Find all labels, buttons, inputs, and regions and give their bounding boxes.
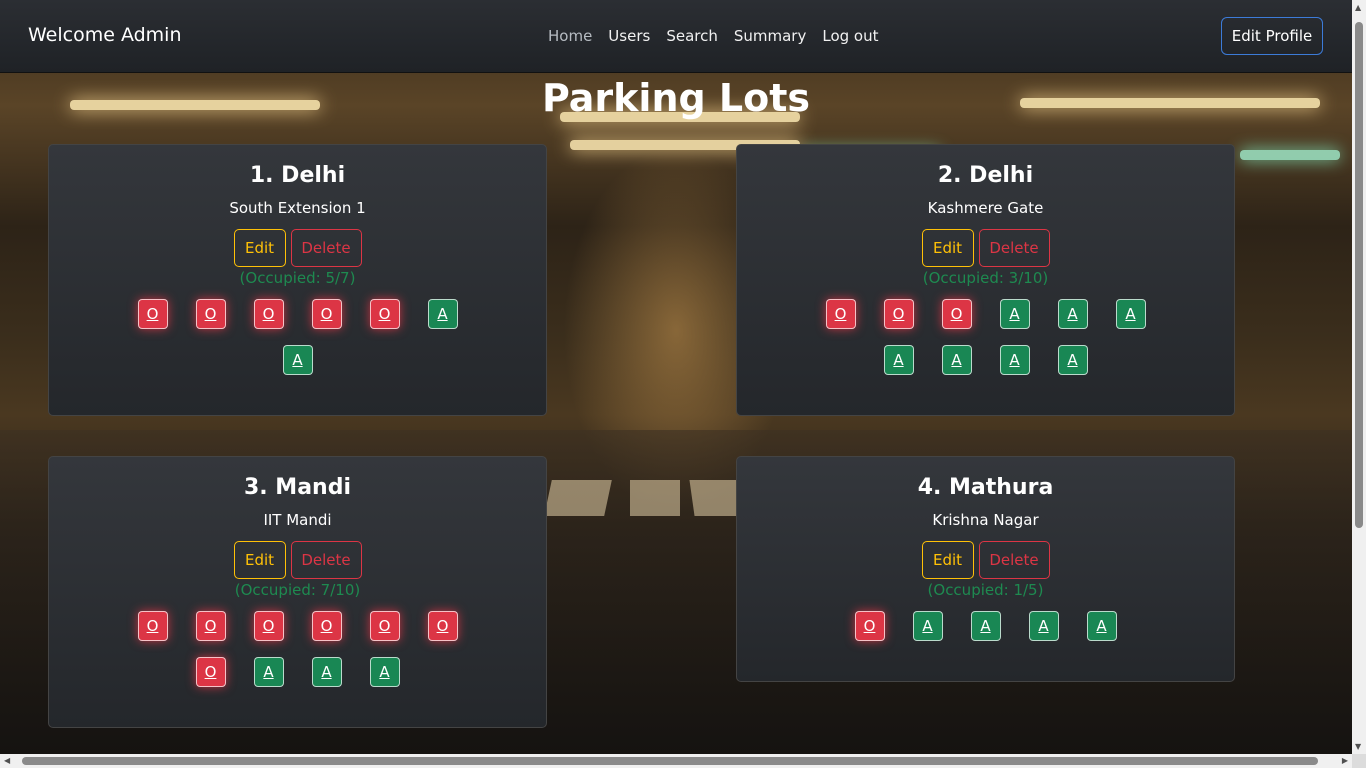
available-spot-button[interactable]: A bbox=[427, 299, 458, 329]
edit-lot-button[interactable]: Edit bbox=[233, 541, 286, 579]
occupied-spot-button[interactable]: O bbox=[369, 611, 400, 641]
lot-card: 1. Delhi South Extension 1 Edit Delete (… bbox=[48, 144, 547, 416]
lot-location: South Extension 1 bbox=[229, 199, 366, 217]
occupancy-text: (Occupied: 7/10) bbox=[234, 581, 361, 599]
occupancy-text: (Occupied: 1/5) bbox=[927, 581, 1044, 599]
scroll-up-icon[interactable]: ▲ bbox=[1355, 3, 1361, 12]
lot-location: Krishna Nagar bbox=[932, 511, 1039, 529]
scroll-right-icon[interactable]: ▶ bbox=[1342, 756, 1348, 765]
delete-lot-button[interactable]: Delete bbox=[290, 229, 362, 267]
page-title: Parking Lots bbox=[541, 76, 811, 120]
available-spot-button[interactable]: A bbox=[282, 345, 313, 375]
delete-lot-button[interactable]: Delete bbox=[290, 541, 362, 579]
available-spot-button[interactable]: A bbox=[999, 299, 1030, 329]
occupied-spot-button[interactable]: O bbox=[195, 611, 226, 641]
occupied-spot-button[interactable]: O bbox=[941, 299, 972, 329]
available-spot-button[interactable]: A bbox=[311, 657, 342, 687]
occupancy-text: (Occupied: 3/10) bbox=[922, 269, 1049, 287]
spot-grid: OOOOOAA bbox=[118, 299, 478, 375]
scroll-down-icon[interactable]: ▼ bbox=[1355, 742, 1361, 751]
horizontal-scroll-thumb[interactable] bbox=[22, 757, 1318, 765]
nav-links: Home Users Search Summary Log out bbox=[548, 27, 879, 45]
available-spot-button[interactable]: A bbox=[1028, 611, 1059, 641]
vertical-scroll-thumb[interactable] bbox=[1355, 22, 1363, 528]
occupied-spot-button[interactable]: O bbox=[195, 657, 226, 687]
lot-title: 1. Delhi bbox=[249, 163, 346, 188]
vertical-scrollbar[interactable]: ▲ ▼ bbox=[1352, 0, 1366, 754]
lot-card: 3. Mandi IIT Mandi Edit Delete (Occupied… bbox=[48, 456, 547, 728]
available-spot-button[interactable]: A bbox=[1115, 299, 1146, 329]
available-spot-button[interactable]: A bbox=[999, 345, 1030, 375]
occupied-spot-button[interactable]: O bbox=[253, 611, 284, 641]
available-spot-button[interactable]: A bbox=[253, 657, 284, 687]
occupied-spot-button[interactable]: O bbox=[253, 299, 284, 329]
navbar: Welcome Admin Home Users Search Summary … bbox=[0, 0, 1352, 73]
edit-lot-button[interactable]: Edit bbox=[921, 541, 974, 579]
occupied-spot-button[interactable]: O bbox=[195, 299, 226, 329]
spot-grid: OOOAAAAAAA bbox=[806, 299, 1166, 375]
occupied-spot-button[interactable]: O bbox=[369, 299, 400, 329]
occupied-spot-button[interactable]: O bbox=[825, 299, 856, 329]
occupied-spot-button[interactable]: O bbox=[311, 611, 342, 641]
edit-lot-button[interactable]: Edit bbox=[921, 229, 974, 267]
available-spot-button[interactable]: A bbox=[941, 345, 972, 375]
navbar-brand[interactable]: Welcome Admin bbox=[28, 24, 182, 46]
lot-card: 2. Delhi Kashmere Gate Edit Delete (Occu… bbox=[736, 144, 1235, 416]
available-spot-button[interactable]: A bbox=[970, 611, 1001, 641]
lot-location: IIT Mandi bbox=[263, 511, 332, 529]
nav-link-logout[interactable]: Log out bbox=[822, 27, 878, 45]
available-spot-button[interactable]: A bbox=[1086, 611, 1117, 641]
delete-lot-button[interactable]: Delete bbox=[978, 229, 1050, 267]
lot-location: Kashmere Gate bbox=[927, 199, 1044, 217]
available-spot-button[interactable]: A bbox=[1057, 299, 1088, 329]
available-spot-button[interactable]: A bbox=[1057, 345, 1088, 375]
edit-profile-button[interactable]: Edit Profile bbox=[1221, 17, 1323, 55]
occupied-spot-button[interactable]: O bbox=[883, 299, 914, 329]
nav-link-search[interactable]: Search bbox=[666, 27, 718, 45]
edit-lot-button[interactable]: Edit bbox=[233, 229, 286, 267]
nav-link-users[interactable]: Users bbox=[608, 27, 650, 45]
occupied-spot-button[interactable]: O bbox=[854, 611, 885, 641]
nav-link-summary[interactable]: Summary bbox=[734, 27, 807, 45]
delete-lot-button[interactable]: Delete bbox=[978, 541, 1050, 579]
occupied-spot-button[interactable]: O bbox=[311, 299, 342, 329]
lot-title: 3. Mandi bbox=[243, 475, 351, 500]
occupancy-text: (Occupied: 5/7) bbox=[239, 269, 356, 287]
lot-card: 4. Mathura Krishna Nagar Edit Delete (Oc… bbox=[736, 456, 1235, 682]
available-spot-button[interactable]: A bbox=[883, 345, 914, 375]
occupied-spot-button[interactable]: O bbox=[137, 611, 168, 641]
lot-title: 4. Mathura bbox=[917, 475, 1054, 500]
occupied-spot-button[interactable]: O bbox=[137, 299, 168, 329]
scrollbar-corner bbox=[1352, 754, 1366, 768]
available-spot-button[interactable]: A bbox=[369, 657, 400, 687]
occupied-spot-button[interactable]: O bbox=[427, 611, 458, 641]
lot-title: 2. Delhi bbox=[937, 163, 1034, 188]
spot-grid: OOOOOOOAAA bbox=[118, 611, 478, 687]
nav-link-home[interactable]: Home bbox=[548, 27, 592, 45]
horizontal-scrollbar[interactable]: ◀ ▶ bbox=[0, 754, 1352, 768]
spot-grid: OAAAA bbox=[806, 611, 1166, 641]
available-spot-button[interactable]: A bbox=[912, 611, 943, 641]
scroll-left-icon[interactable]: ◀ bbox=[4, 756, 10, 765]
